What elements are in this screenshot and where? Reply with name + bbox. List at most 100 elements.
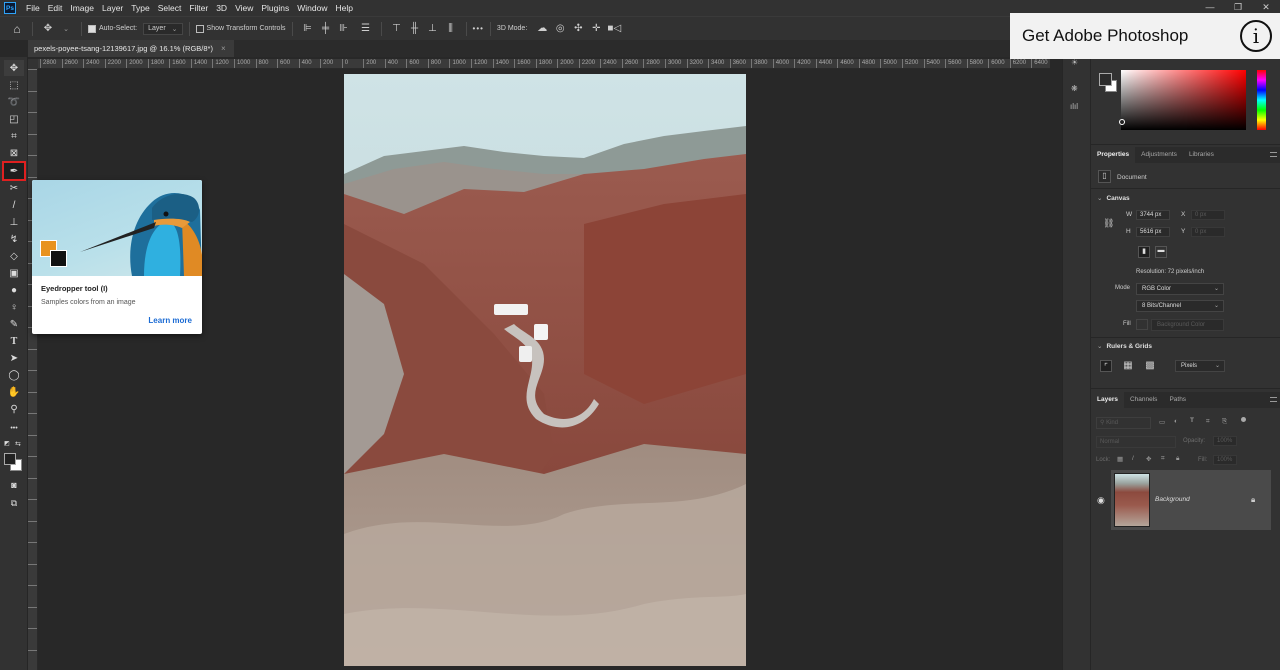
tab-properties[interactable]: Properties [1091,147,1136,163]
color-picker-cursor[interactable] [1119,119,1125,125]
filter-shape-icon[interactable]: ⌗ [1206,418,1210,426]
ruler-units-dropdown[interactable]: Pixels ⌄ [1175,360,1225,372]
visibility-eye-icon[interactable]: ◉ [1097,495,1105,506]
more-options-button[interactable]: ••• [473,24,484,33]
get-photoshop-banner[interactable]: Get Adobe Photoshop i [1010,13,1280,59]
menu-select[interactable]: Select [154,3,186,13]
move-tool-preset-icon[interactable]: ✥ [41,22,55,36]
screen-mode-button[interactable]: ⧉ [4,495,24,511]
menu-layer[interactable]: Layer [98,3,127,13]
menu-3d[interactable]: 3D [212,3,231,13]
opacity-field[interactable]: 100% [1213,436,1237,446]
tab-layers[interactable]: Layers [1091,392,1124,408]
hue-slider[interactable] [1257,70,1266,130]
hand-tool[interactable]: ✋ [4,384,24,400]
layer-name[interactable]: Background [1155,496,1190,503]
chevron-down-icon[interactable]: ⌄ [59,22,73,36]
x-field[interactable]: 0 px [1191,210,1225,220]
y-field[interactable]: 0 px [1191,227,1225,237]
menu-help[interactable]: Help [331,3,356,13]
menu-file[interactable]: File [22,3,44,13]
layer-row-background[interactable]: Background 🔒︎ [1111,470,1271,530]
fill-opacity-field[interactable]: 100% [1213,455,1237,465]
more-tools-button[interactable]: ••• [4,420,24,436]
tab-adjustments[interactable]: Adjustments [1135,147,1183,163]
align-left-icon[interactable]: ⊫ [301,22,315,36]
filter-adjustment-icon[interactable]: ◐ [1174,418,1178,425]
lock-pixels-icon[interactable]: / [1132,455,1134,462]
tab-channels[interactable]: Channels [1124,392,1163,408]
width-field[interactable]: 3744 px [1136,210,1170,220]
lock-position-icon[interactable]: ✥ [1146,455,1151,463]
filter-type-icon[interactable]: T [1190,417,1194,424]
auto-select-checkbox[interactable] [88,24,96,33]
fill-dropdown[interactable]: Background Color [1151,319,1224,331]
color-picker-field[interactable] [1121,70,1246,130]
rulers-toggle-button[interactable]: ⌜ [1100,360,1112,372]
rulers-grids-section-header[interactable]: ⌄ Rulers & Grids [1097,342,1152,350]
panel-menu-icon[interactable] [1270,397,1277,402]
document-image[interactable] [344,74,746,666]
link-dimensions-icon[interactable]: ⛓ [1103,218,1114,229]
crop-tool[interactable]: ⌗ [4,128,24,144]
drag-3d-icon[interactable]: ✣ [571,22,585,36]
frame-tool[interactable]: ⊠ [4,145,24,161]
object-select-tool[interactable]: ◰ [4,111,24,127]
layer-filter-search[interactable]: ⚲ Kind [1096,417,1151,429]
foreground-color-swatch[interactable] [4,453,16,465]
align-bottom-icon[interactable]: ⊥ [426,22,440,36]
brush-tool[interactable]: / [4,197,24,213]
type-tool[interactable]: T [4,333,24,349]
distribute-horizontal-icon[interactable]: ⫼ [444,22,458,36]
color-mode-dropdown[interactable]: RGB Color ⌄ [1136,283,1224,295]
shape-tool[interactable]: ◯ [4,367,24,383]
swap-colors-icon[interactable]: ⇆ [15,440,21,448]
orbit-3d-icon[interactable]: ☁ [535,22,549,36]
camera-3d-icon[interactable]: ■◁ [607,22,621,36]
filter-pixel-icon[interactable]: ▭ [1159,418,1165,426]
panel-menu-icon[interactable] [1270,152,1277,157]
grid-toggle-button[interactable]: ▦ [1122,360,1134,372]
dodge-tool[interactable]: ♀ [4,299,24,315]
portrait-orientation-button[interactable]: ▮ [1138,246,1150,258]
histogram-icon[interactable]: ılıl [1070,102,1078,111]
lock-all-icon[interactable]: 🔒︎ [1176,455,1179,463]
pen-tool[interactable]: ✎ [4,316,24,332]
gradient-tool[interactable]: ▣ [4,265,24,281]
landscape-orientation-button[interactable]: ▬ [1155,246,1167,258]
menu-view[interactable]: View [231,3,257,13]
menu-edit[interactable]: Edit [44,3,67,13]
quick-mask-button[interactable]: ◙ [4,477,24,493]
guides-toggle-button[interactable]: ▩ [1144,360,1156,372]
lock-transparent-icon[interactable]: ▦ [1117,455,1123,463]
auto-select-target-dropdown[interactable]: Layer ⌄ [143,22,183,35]
adjustments-brightness-icon[interactable]: ❋ [1071,84,1078,93]
zoom-tool[interactable]: ⚲ [4,401,24,417]
learn-panel-icon[interactable]: ☀ [1071,58,1078,67]
color-fg-swatch[interactable] [1099,73,1112,86]
menu-image[interactable]: Image [66,3,98,13]
tab-libraries[interactable]: Libraries [1183,147,1220,163]
healing-tool[interactable]: ✂ [4,180,24,196]
show-transform-checkbox[interactable] [195,24,204,33]
path-select-tool[interactable]: ➤ [4,350,24,366]
marquee-tool[interactable]: ⬚ [4,77,24,93]
ruler-origin[interactable] [28,59,38,69]
align-middle-v-icon[interactable]: ╫ [408,22,422,36]
eyedropper-tool[interactable]: ✒ [2,161,26,181]
stamp-tool[interactable]: ⊥ [4,214,24,230]
home-icon[interactable]: ⌂ [10,22,24,36]
document-tab[interactable]: pexels-poyee-tsang-12139617.jpg @ 16.1% … [28,40,234,57]
blur-tool[interactable]: ● [4,282,24,298]
history-brush-tool[interactable]: ↯ [4,231,24,247]
lasso-tool[interactable]: ➰ [4,94,24,110]
align-top-icon[interactable]: ⊤ [390,22,404,36]
bit-depth-dropdown[interactable]: 8 Bits/Channel ⌄ [1136,300,1224,312]
menu-type[interactable]: Type [127,3,153,13]
move-tool[interactable]: ✥ [4,60,24,76]
horizontal-ruler[interactable]: 2800 2600 2400 2200 2000 1800 1600 1400 1200 1000… [38,59,1050,69]
lock-artboard-icon[interactable]: ⌗ [1161,455,1165,463]
align-center-h-icon[interactable]: ╪ [319,22,333,36]
fill-swatch[interactable] [1136,319,1148,330]
layer-lock-icon[interactable]: 🔒︎ [1251,495,1255,505]
